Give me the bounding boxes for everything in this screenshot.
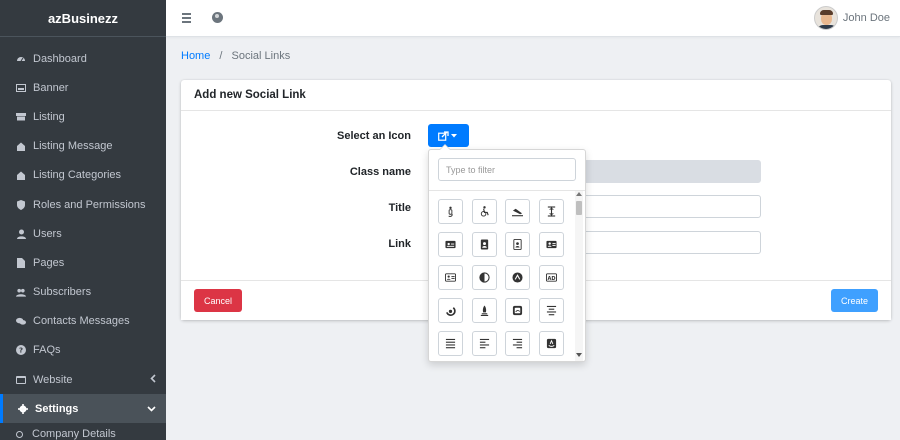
sidebar-item-label: Users [33,227,62,240]
scroll-down-icon[interactable] [576,353,582,357]
globe-icon[interactable] [212,12,223,23]
algolia-icon[interactable] [438,298,463,323]
sidebar-item-website[interactable]: Website [0,365,166,394]
brand-logo[interactable]: azBusinezz [0,0,166,37]
address-book-alt-icon[interactable] [505,232,530,257]
sidebar-item-label: Subscribers [33,286,92,299]
sidebar-item-settings[interactable]: Settings [0,394,166,424]
text-height-icon[interactable] [538,199,564,224]
sidebar-item-label: Pages [33,256,65,269]
user-name: John Doe [842,12,890,24]
alipay-icon[interactable] [505,298,530,323]
shield-icon [16,199,26,210]
scrollbar-thumb[interactable] [576,201,582,215]
address-book-icon[interactable] [471,232,497,257]
sidebar-subitem-company-details[interactable]: Company Details [0,423,166,440]
wheelchair-icon[interactable] [471,199,497,224]
sidebar-item-users[interactable]: Users [0,219,166,248]
scroll-up-icon[interactable] [576,192,582,196]
sidebar-item-label: Listing Categories [33,169,122,182]
sidebar-item-listing-categories[interactable]: Listing Categories [0,161,166,190]
breadcrumb-home-link[interactable]: Home [181,50,210,62]
align-center-icon[interactable] [538,298,564,323]
chevron-left-icon [150,374,156,385]
divider [429,190,585,191]
sidebar-item-faqs[interactable]: ? FAQs [0,336,166,365]
cancel-button[interactable]: Cancel [194,289,242,312]
breadcrumb: Home / Social Links [181,50,290,62]
sidebar-item-roles-permissions[interactable]: Roles and Permissions [0,190,166,219]
comments-icon [16,316,26,326]
svg-text:?: ? [19,347,23,355]
sidebar-nav: Dashboard Banner Listing Listing Message… [0,37,166,440]
ad-icon[interactable]: AD [538,265,564,290]
top-navbar: John Doe [166,0,900,37]
breadcrumb-separator: / [219,50,223,62]
sidebar-item-subscribers[interactable]: Subscribers [0,278,166,307]
sidebar-item-dashboard[interactable]: Dashboard [0,44,166,73]
sidebar-item-label: Contacts Messages [33,315,130,328]
align-left-icon[interactable] [471,331,497,356]
building-icon [16,141,26,151]
align-right-icon[interactable] [505,331,530,356]
sidebar-item-label: Settings [35,402,79,415]
icon-filter-input[interactable] [438,158,576,181]
window-icon [16,375,26,385]
user-icon [16,229,26,239]
align-center-rocket-icon[interactable] [471,298,497,323]
sidebar-item-contacts-messages[interactable]: Contacts Messages [0,307,166,336]
sidebar-item-listing[interactable]: Listing [0,102,166,131]
amazon-icon[interactable] [538,331,564,356]
align-justify-icon[interactable] [438,331,463,356]
users-icon [16,287,26,297]
sidebar-item-label: Listing [33,110,65,123]
sidebar-item-listing-message[interactable]: Listing Message [0,132,166,161]
card-title: Add new Social Link [181,80,891,111]
adjust-icon[interactable] [471,265,497,290]
avatar [813,6,838,30]
sidebar-item-pages[interactable]: Pages [0,248,166,277]
sidebar-item-banner[interactable]: Banner [0,73,166,102]
class-name-label: Class name [349,166,411,178]
sidebar-item-label: Company Details [32,428,116,440]
sidebar: azBusinezz Dashboard Banner Listing List… [0,0,166,440]
sidebar-item-label: Website [33,373,73,386]
link-label: Link [388,238,411,250]
id-badge-icon[interactable] [438,232,463,257]
caret-down-icon [451,133,457,137]
hamburger-menu-icon[interactable] [182,13,191,23]
icon-grid: AD [438,199,568,356]
svg-text:AD: AD [547,276,555,282]
sidebar-item-label: Banner [33,81,69,94]
sidebar-item-label: Dashboard [33,52,87,65]
circle-icon [16,430,23,438]
sidebar-item-label: Roles and Permissions [33,198,146,211]
list-icon [16,112,26,122]
share-square-icon [438,130,449,141]
chevron-down-icon [147,404,156,414]
cog-icon [18,403,28,414]
tachometer-icon [16,54,26,64]
address-card-icon[interactable] [538,232,564,257]
title-label: Title [388,202,411,214]
icon-picker-dropdown: AD [428,144,586,362]
select-icon-label: Select an Icon [337,130,411,142]
file-icon [16,257,26,268]
accessible-icon[interactable] [438,199,463,224]
question-circle-icon: ? [16,345,26,356]
user-menu[interactable]: John Doe [813,6,890,30]
breadcrumb-current: Social Links [231,50,291,62]
plane-arrival-icon[interactable] [505,199,530,224]
building-icon [16,170,26,180]
id-card-icon[interactable] [438,265,463,290]
create-button[interactable]: Create [831,289,878,312]
icon-grid-scrollbar[interactable] [575,191,583,361]
sidebar-item-label: Listing Message [33,140,113,153]
sidebar-item-label: FAQs [33,344,61,357]
image-icon [16,83,26,93]
airbnb-icon[interactable] [505,265,530,290]
